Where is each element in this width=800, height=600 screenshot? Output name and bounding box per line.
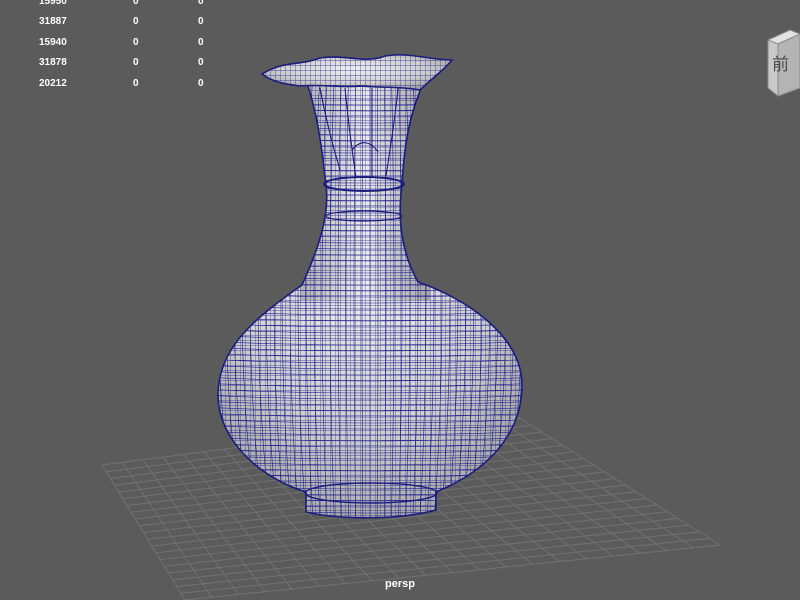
hud-value: 31887 — [39, 16, 67, 28]
hud-value: 15950 — [39, 0, 67, 7]
mesh-meridian — [225, 80, 244, 518]
hud-value: 0 — [133, 0, 139, 7]
view-cube-face-label: 前 — [772, 55, 789, 75]
grid-line — [184, 544, 721, 600]
hud-value: 0 — [198, 77, 204, 89]
grid-line — [172, 524, 689, 581]
hud-row: 15940 0 0 — [0, 37, 230, 57]
hud-value: 15940 — [39, 36, 67, 48]
hud-value: 0 — [133, 16, 139, 28]
mesh-meridian — [233, 80, 251, 518]
hud-value: 20212 — [39, 77, 67, 89]
hud-row: 15950 0 0 — [0, 0, 230, 16]
hud-value: 31878 — [39, 57, 67, 69]
hud-value: 0 — [133, 77, 139, 89]
hud-value: 0 — [198, 0, 204, 7]
hud-row: 31878 0 0 — [0, 57, 230, 77]
mesh-meridian — [489, 80, 507, 518]
hud-value: 0 — [198, 36, 204, 48]
hud-row: 20212 0 0 — [0, 78, 230, 98]
hud-value: 0 — [198, 57, 204, 69]
camera-name-label: persp — [385, 578, 415, 590]
mesh-meridian — [517, 80, 522, 518]
hud-value: 0 — [198, 16, 204, 28]
heads-up-display: 15950 0 0 31887 0 0 15940 0 0 31878 0 0 … — [0, 0, 230, 98]
hud-value: 0 — [133, 36, 139, 48]
hud-value: 0 — [133, 57, 139, 69]
mesh-meridian — [218, 80, 230, 518]
hud-row: 31887 0 0 — [0, 16, 230, 36]
vase-wireframe-model[interactable] — [200, 54, 540, 530]
